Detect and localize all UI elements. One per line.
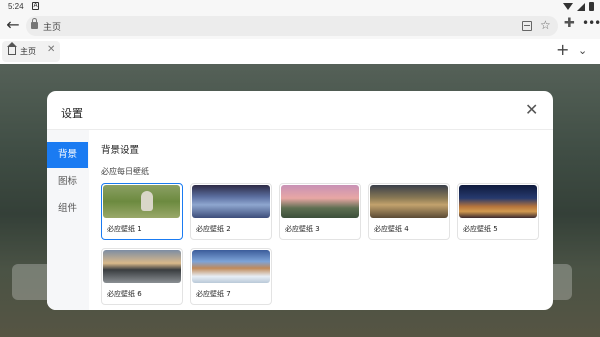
- battery-icon: [589, 2, 594, 11]
- wallpaper-label: 必应壁纸 5: [463, 225, 498, 233]
- wallpaper-card-3[interactable]: 必应壁纸 3: [279, 183, 361, 240]
- status-icons: [563, 2, 594, 11]
- tab-label: 主页: [20, 47, 36, 56]
- wallpaper-thumbnail: [192, 250, 270, 283]
- status-time: 5:24: [8, 2, 24, 11]
- wallpaper-label: 必应壁纸 7: [196, 290, 231, 298]
- close-icon[interactable]: ✕: [525, 101, 538, 119]
- wallpaper-card-4[interactable]: 必应壁纸 4: [368, 183, 450, 240]
- wallpaper-label: 必应壁纸 3: [285, 225, 320, 233]
- wallpaper-thumbnail: [459, 185, 537, 218]
- address-bar: ← 主页 ☆ ✚ •••: [0, 13, 600, 39]
- bookmark-star-icon[interactable]: ☆: [540, 18, 551, 32]
- tab-home[interactable]: 主页 ✕: [2, 41, 60, 62]
- wallpaper-thumbnail: [103, 185, 180, 218]
- dialog-title: 设置: [61, 107, 83, 120]
- settings-dialog: 设置 ✕ 背景 图标 组件 背景设置 必应每日壁纸 必应壁纸 1 必应壁纸 2 …: [47, 91, 553, 310]
- sidebar-item-widgets[interactable]: 组件: [47, 196, 88, 222]
- url-text: 主页: [43, 23, 62, 33]
- wifi-icon: [563, 3, 573, 10]
- home-icon: [7, 42, 17, 55]
- wallpaper-label: 必应壁纸 6: [107, 290, 142, 298]
- sidebar-item-icons[interactable]: 图标: [47, 169, 88, 195]
- tab-close-icon[interactable]: ✕: [47, 44, 55, 55]
- lock-icon: [31, 18, 38, 29]
- wallpaper-thumbnail: [370, 185, 448, 218]
- more-menu-icon[interactable]: •••: [582, 15, 600, 31]
- settings-content: 背景设置 必应每日壁纸 必应壁纸 1 必应壁纸 2 必应壁纸 3 必应壁纸 4 …: [89, 130, 553, 310]
- new-tab-plus-icon[interactable]: +: [556, 40, 569, 60]
- wallpaper-thumbnail: [281, 185, 359, 218]
- wallpaper-card-5[interactable]: 必应壁纸 5: [457, 183, 539, 240]
- sidebar-item-background[interactable]: 背景: [47, 142, 88, 168]
- wallpaper-label: 必应壁纸 2: [196, 225, 231, 233]
- extensions-puzzle-icon[interactable]: ✚: [564, 16, 575, 32]
- wallpaper-card-6[interactable]: 必应壁纸 6: [101, 248, 183, 305]
- wallpaper-source-label: 必应每日壁纸: [101, 167, 149, 176]
- url-field[interactable]: 主页 ☆: [26, 16, 558, 36]
- back-arrow-icon[interactable]: ←: [3, 16, 23, 36]
- wallpaper-label: 必应壁纸 1: [107, 225, 142, 233]
- section-title: 背景设置: [101, 145, 140, 156]
- status-bar: 5:24 A: [0, 0, 600, 13]
- notification-a-icon: A: [32, 2, 39, 10]
- wallpaper-card-2[interactable]: 必应壁纸 2: [190, 183, 272, 240]
- tab-bar: 主页 ✕ + ⌄: [0, 39, 600, 64]
- wallpaper-card-7[interactable]: 必应壁纸 7: [190, 248, 272, 305]
- settings-sidebar: 背景 图标 组件: [47, 130, 89, 310]
- chevron-down-icon[interactable]: ⌄: [578, 40, 587, 62]
- signal-icon: [577, 2, 585, 11]
- reader-mode-icon[interactable]: [522, 21, 532, 31]
- wallpaper-thumbnail: [103, 250, 181, 283]
- wallpaper-card-1[interactable]: 必应壁纸 1: [101, 183, 183, 240]
- wallpaper-thumbnail: [192, 185, 270, 218]
- wallpaper-label: 必应壁纸 4: [374, 225, 409, 233]
